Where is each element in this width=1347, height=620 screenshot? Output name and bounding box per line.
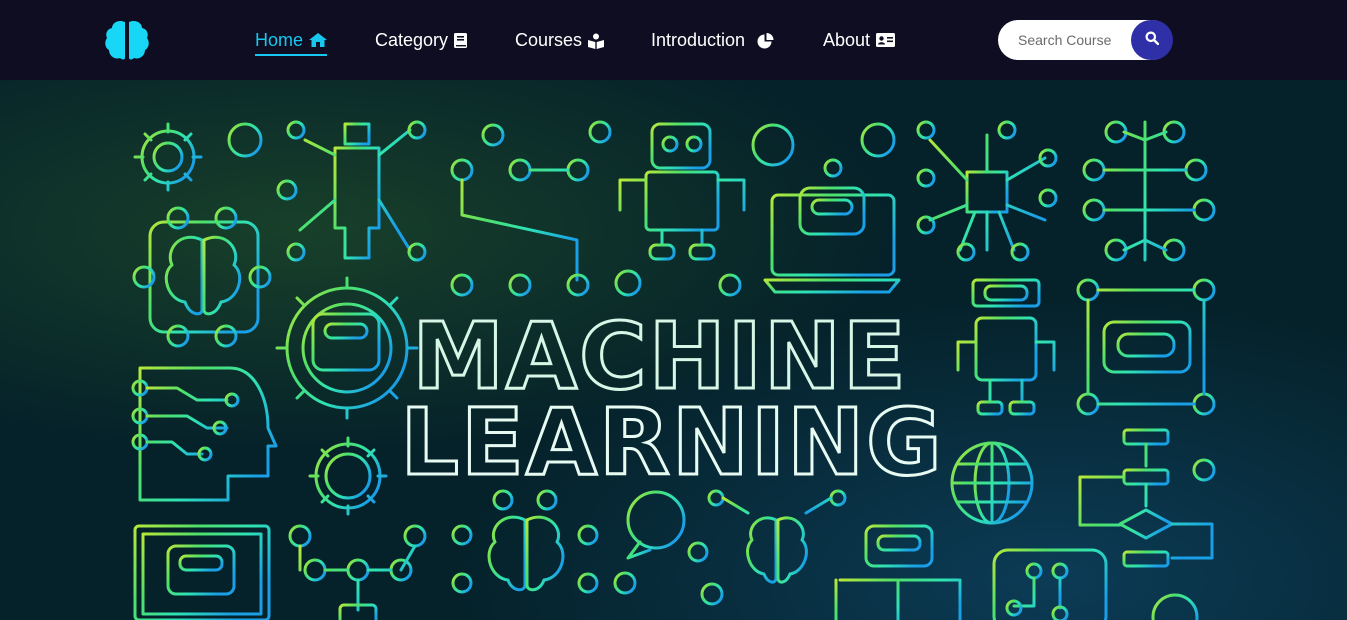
- brain-circuit-icon: [451, 489, 599, 594]
- nav-home-label: Home: [255, 30, 304, 50]
- nav-about-link[interactable]: About: [823, 28, 896, 58]
- nav-introduction-link[interactable]: Introduction: [651, 28, 774, 58]
- node-circle-icon: [227, 122, 263, 158]
- nav-introduction-label: Introduction: [651, 30, 746, 50]
- search-icon: [1145, 31, 1160, 50]
- search-button[interactable]: [1131, 20, 1173, 60]
- gear-robot-icon: [275, 276, 419, 420]
- robot-reader-icon: [834, 524, 962, 620]
- person-network-icon: [276, 120, 427, 262]
- brain-circuit-icon: [132, 206, 272, 348]
- top-navbar: Home Category Courses Introduction About: [0, 0, 1347, 80]
- machine-learning-illustration: MACHINE LEARNING: [131, 120, 1216, 620]
- node-circle-icon: [860, 122, 896, 158]
- framed-robot-icon: [1076, 278, 1216, 416]
- brain-logo-icon[interactable]: [104, 19, 150, 61]
- hero-title-line2: LEARNING: [400, 389, 943, 496]
- gear-icon: [133, 122, 203, 192]
- laptop-robot-icon: [718, 158, 901, 297]
- monitor-robot-icon: [133, 524, 271, 620]
- speech-bubble-icon: [613, 490, 709, 595]
- nav-category-link[interactable]: Category: [375, 28, 468, 58]
- search-input[interactable]: [998, 20, 1143, 60]
- globe-icon: [950, 441, 1034, 525]
- pie-chart-icon: [757, 28, 774, 54]
- nav-courses-link[interactable]: Courses: [515, 28, 605, 58]
- brain-tree-icon: [1082, 120, 1216, 262]
- hero-banner: MACHINE LEARNING: [0, 80, 1347, 620]
- book-icon: [454, 28, 468, 53]
- node-circle-icon: [751, 123, 795, 167]
- robot-icon: [956, 278, 1056, 416]
- robot-icon: [618, 122, 746, 261]
- id-card-icon: [876, 28, 896, 52]
- book-reader-icon: [588, 28, 605, 54]
- ai-head-icon: [131, 366, 278, 502]
- circuit-box-icon: [992, 548, 1108, 620]
- home-icon: [309, 28, 328, 52]
- nav-category-label: Category: [375, 30, 449, 50]
- network-nodes-icon: [288, 524, 427, 620]
- nav-courses-label: Courses: [515, 30, 583, 50]
- small-gear-icon: [1151, 593, 1199, 620]
- nav-about-label: About: [823, 30, 871, 50]
- brain-network-icon: [700, 489, 847, 606]
- small-gear-icon: [308, 436, 388, 516]
- chip-network-icon: [916, 120, 1058, 262]
- flowchart-icon: [1078, 428, 1216, 568]
- nav-home-link[interactable]: Home: [255, 28, 328, 58]
- circuit-lines-icon: [450, 120, 642, 297]
